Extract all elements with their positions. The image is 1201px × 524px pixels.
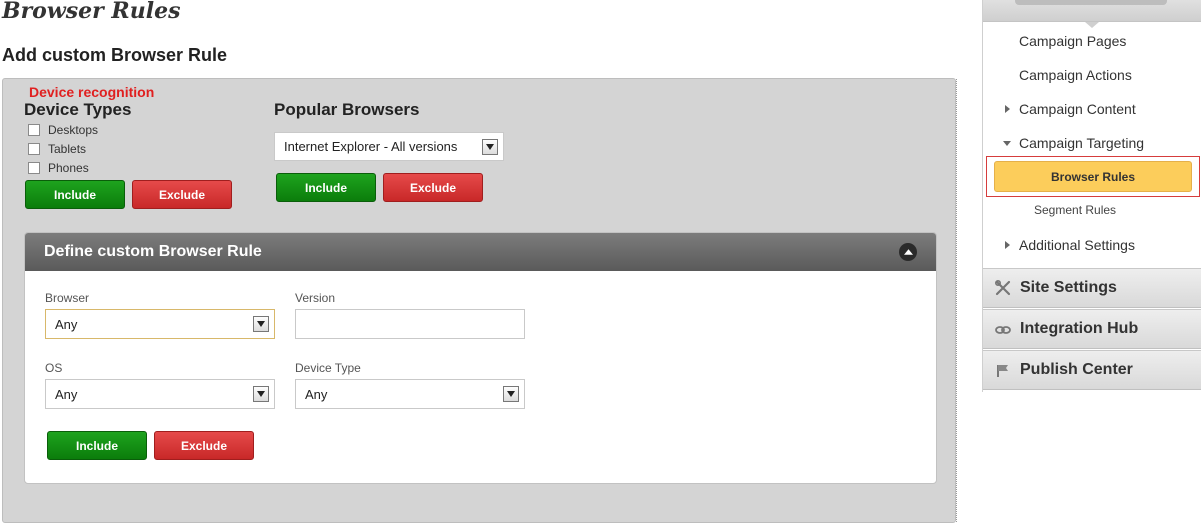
version-label: Version xyxy=(295,291,336,305)
os-label: OS xyxy=(45,361,63,375)
sidebar: Campaign Pages Campaign Actions Campaign… xyxy=(982,0,1201,392)
publish-center-label: Publish Center xyxy=(1020,361,1133,378)
desktops-label: Desktops xyxy=(48,123,99,137)
custom-rule-box: Define custom Browser Rule Browser Any V… xyxy=(24,232,937,484)
phones-label: Phones xyxy=(48,161,89,175)
sidebar-top-pill xyxy=(1015,0,1167,5)
desktops-checkbox[interactable] xyxy=(28,124,40,136)
collapse-icon[interactable] xyxy=(899,243,917,261)
custom-include-button[interactable]: Include xyxy=(47,431,147,460)
tools-icon xyxy=(994,279,1012,297)
caret-down-icon[interactable] xyxy=(1003,139,1011,147)
sidebar-top-tab[interactable] xyxy=(983,0,1201,28)
site-settings-label: Site Settings xyxy=(1020,279,1117,296)
tablets-checkbox[interactable] xyxy=(28,143,40,155)
chevron-down-icon[interactable] xyxy=(503,386,519,402)
device-type-label: Device Type xyxy=(295,361,361,375)
sidebar-section-site-settings[interactable]: Site Settings xyxy=(983,268,1201,308)
os-value: Any xyxy=(55,386,78,402)
chevron-down-icon[interactable] xyxy=(253,386,269,402)
device-type-select[interactable]: Any xyxy=(295,379,525,409)
sidebar-item-campaign-targeting[interactable]: Campaign Targeting xyxy=(1019,135,1144,151)
device-include-button[interactable]: Include xyxy=(25,180,125,209)
chevron-down-icon[interactable] xyxy=(253,316,269,332)
popular-browsers-select[interactable]: Internet Explorer - All versions xyxy=(274,132,504,161)
popular-browsers-heading: Popular Browsers xyxy=(274,100,420,119)
device-exclude-button[interactable]: Exclude xyxy=(132,180,232,209)
caret-right-icon[interactable] xyxy=(1003,241,1011,249)
tablets-label: Tablets xyxy=(48,142,87,156)
browser-label: Browser xyxy=(45,291,90,305)
chevron-down-icon[interactable] xyxy=(482,138,498,155)
device-type-value: Any xyxy=(305,386,328,402)
browser-exclude-button[interactable]: Exclude xyxy=(383,173,483,202)
sidebar-item-browser-rules[interactable]: Browser Rules xyxy=(994,161,1192,192)
caret-right-icon[interactable] xyxy=(1003,105,1011,113)
phones-checkbox[interactable] xyxy=(28,162,40,174)
sidebar-notch xyxy=(1085,22,1099,28)
browser-include-button[interactable]: Include xyxy=(276,173,376,202)
phones-checkbox-row[interactable]: Phones xyxy=(28,161,89,175)
os-select[interactable]: Any xyxy=(45,379,275,409)
sidebar-item-additional-settings[interactable]: Additional Settings xyxy=(1019,237,1135,253)
popular-browsers-value: Internet Explorer - All versions xyxy=(284,139,458,154)
page-title: Browser Rules xyxy=(2,0,181,24)
section-subtitle: Add custom Browser Rule xyxy=(2,45,228,65)
custom-rule-header: Define custom Browser Rule xyxy=(25,233,936,271)
browser-rule-panel: Device recognition Device Types Desktops… xyxy=(2,78,957,523)
sidebar-item-campaign-content[interactable]: Campaign Content xyxy=(1019,101,1136,117)
custom-exclude-button[interactable]: Exclude xyxy=(154,431,254,460)
device-recognition-label: Device recognition xyxy=(29,84,155,100)
browser-value: Any xyxy=(55,316,78,332)
sidebar-item-campaign-pages[interactable]: Campaign Pages xyxy=(1019,33,1126,49)
browser-select[interactable]: Any xyxy=(45,309,275,339)
sidebar-item-campaign-actions[interactable]: Campaign Actions xyxy=(1019,67,1132,83)
sidebar-section-integration-hub[interactable]: Integration Hub xyxy=(983,309,1201,349)
sidebar-item-segment-rules[interactable]: Segment Rules xyxy=(1034,203,1116,217)
tablets-checkbox-row[interactable]: Tablets xyxy=(28,142,86,156)
integration-hub-label: Integration Hub xyxy=(1020,320,1139,337)
custom-rule-title: Define custom Browser Rule xyxy=(44,243,262,260)
sidebar-active-highlight: Browser Rules xyxy=(986,156,1200,197)
flag-icon xyxy=(994,361,1012,379)
link-icon xyxy=(994,320,1012,338)
desktops-checkbox-row[interactable]: Desktops xyxy=(28,123,98,137)
sidebar-section-publish-center[interactable]: Publish Center xyxy=(983,350,1201,390)
version-input[interactable] xyxy=(295,309,525,339)
device-types-heading: Device Types xyxy=(24,100,132,119)
